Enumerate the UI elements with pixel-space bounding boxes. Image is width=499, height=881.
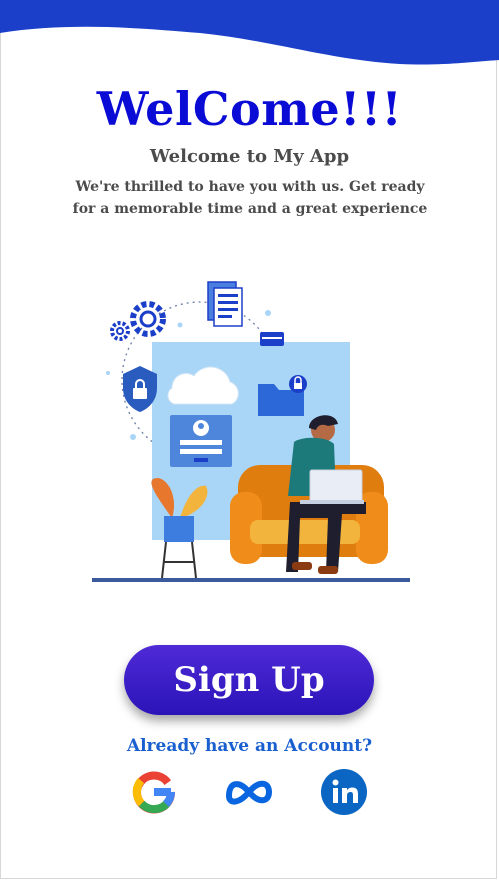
google-login-button[interactable] [126,764,182,820]
linkedin-login-button[interactable] [316,764,372,820]
meta-login-button[interactable] [221,764,277,820]
meta-icon [226,780,272,805]
page-subtitle: Welcome to My App [149,146,350,167]
top-wave-banner [0,0,499,65]
login-link[interactable]: Already have an Account? [0,736,499,756]
welcome-description: We're thrilled to have you with us. Get … [72,179,428,217]
google-icon [132,771,176,814]
page-title: WelCome!!! [96,82,403,136]
linkedin-icon [321,769,367,815]
sign-up-button[interactable]: Sign Up [124,645,374,715]
hero-illustration [92,281,410,582]
